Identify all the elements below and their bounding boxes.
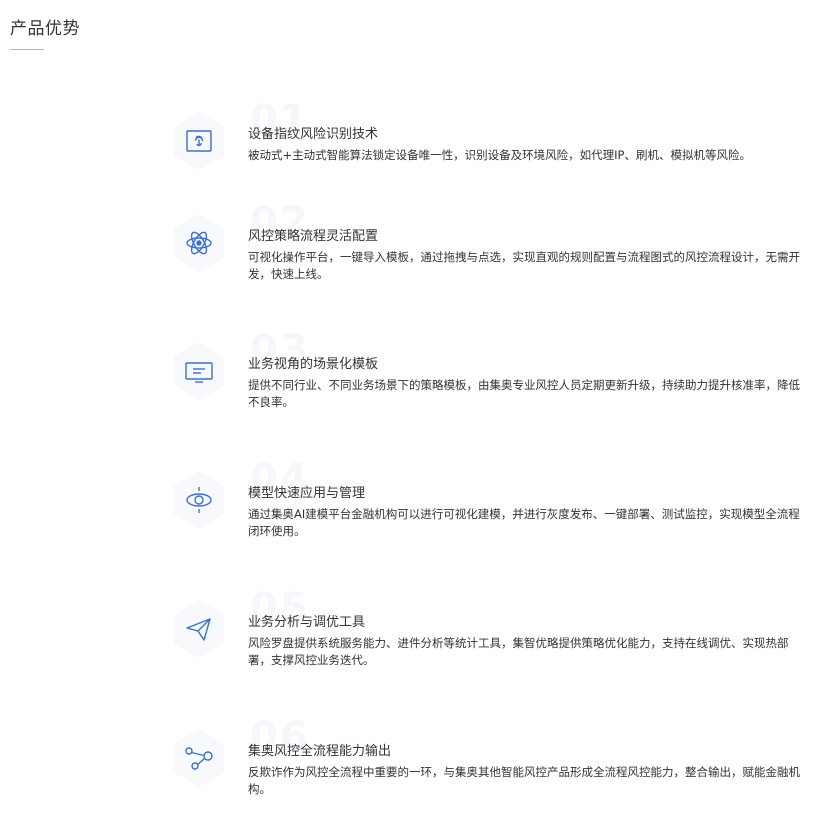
atom-icon bbox=[183, 227, 215, 259]
feature-title: 设备指纹风险识别技术 bbox=[248, 127, 379, 142]
feature-title: 风控策略流程灵活配置 bbox=[248, 229, 379, 244]
share-nodes-icon bbox=[183, 742, 215, 774]
feature-description: 提供不同行业、不同业务场景下的策略模板，由集奥专业风控人员定期更新升级，持续助力… bbox=[248, 378, 800, 409]
feature-title: 业务视角的场景化模板 bbox=[248, 357, 379, 372]
feature-description: 可视化操作平台，一键导入模板，通过拖拽与点选，实现直观的规则配置与流程图式的风控… bbox=[248, 250, 800, 281]
feature-description: 风险罗盘提供系统服务能力、进件分析等统计工具，集智优略提供策略优化能力，支持在线… bbox=[248, 636, 789, 667]
page-title: 产品优势 bbox=[10, 19, 80, 39]
feature-title: 集奥风控全流程能力输出 bbox=[248, 744, 392, 759]
feature-item-strategy: 02 风控策略流程灵活配置 可视化操作平台，一键导入模板，通过拖拽与点选，实现直… bbox=[170, 202, 810, 324]
paper-plane-icon bbox=[183, 613, 215, 645]
feature-description: 反欺诈作为风控全流程中重要的一环，与集奥其他智能风控产品形成全流程风控能力，整合… bbox=[248, 765, 800, 796]
feature-title: 业务分析与调优工具 bbox=[248, 615, 366, 630]
feature-item-analysis: 05 业务分析与调优工具 风险罗盘提供系统服务能力、进件分析等统计工具，集智优略… bbox=[170, 588, 810, 710]
feature-description: 被动式+主动式智能算法锁定设备唯一性，识别设备及环境风险，如代理IP、刷机、模拟… bbox=[248, 148, 751, 162]
feature-item-templates: 03 业务视角的场景化模板 提供不同行业、不同业务场景下的策略模板，由集奥专业风… bbox=[170, 330, 810, 452]
monitor-icon bbox=[183, 355, 215, 387]
page-header: 产品优势 bbox=[10, 14, 80, 50]
feature-title: 模型快速应用与管理 bbox=[248, 486, 366, 501]
feature-description: 通过集奥AI建模平台金融机构可以进行可视化建模，并进行灰度发布、一键部署、测试监… bbox=[248, 507, 800, 538]
fingerprint-icon bbox=[183, 125, 215, 157]
feature-item-output: 06 集奥风控全流程能力输出 反欺诈作为风控全流程中重要的一环，与集奥其他智能风… bbox=[170, 717, 810, 817]
orbit-icon bbox=[183, 484, 215, 516]
feature-item-models: 04 模型快速应用与管理 通过集奥AI建模平台金融机构可以进行可视化建模，并进行… bbox=[170, 459, 810, 581]
title-underline bbox=[10, 49, 44, 50]
